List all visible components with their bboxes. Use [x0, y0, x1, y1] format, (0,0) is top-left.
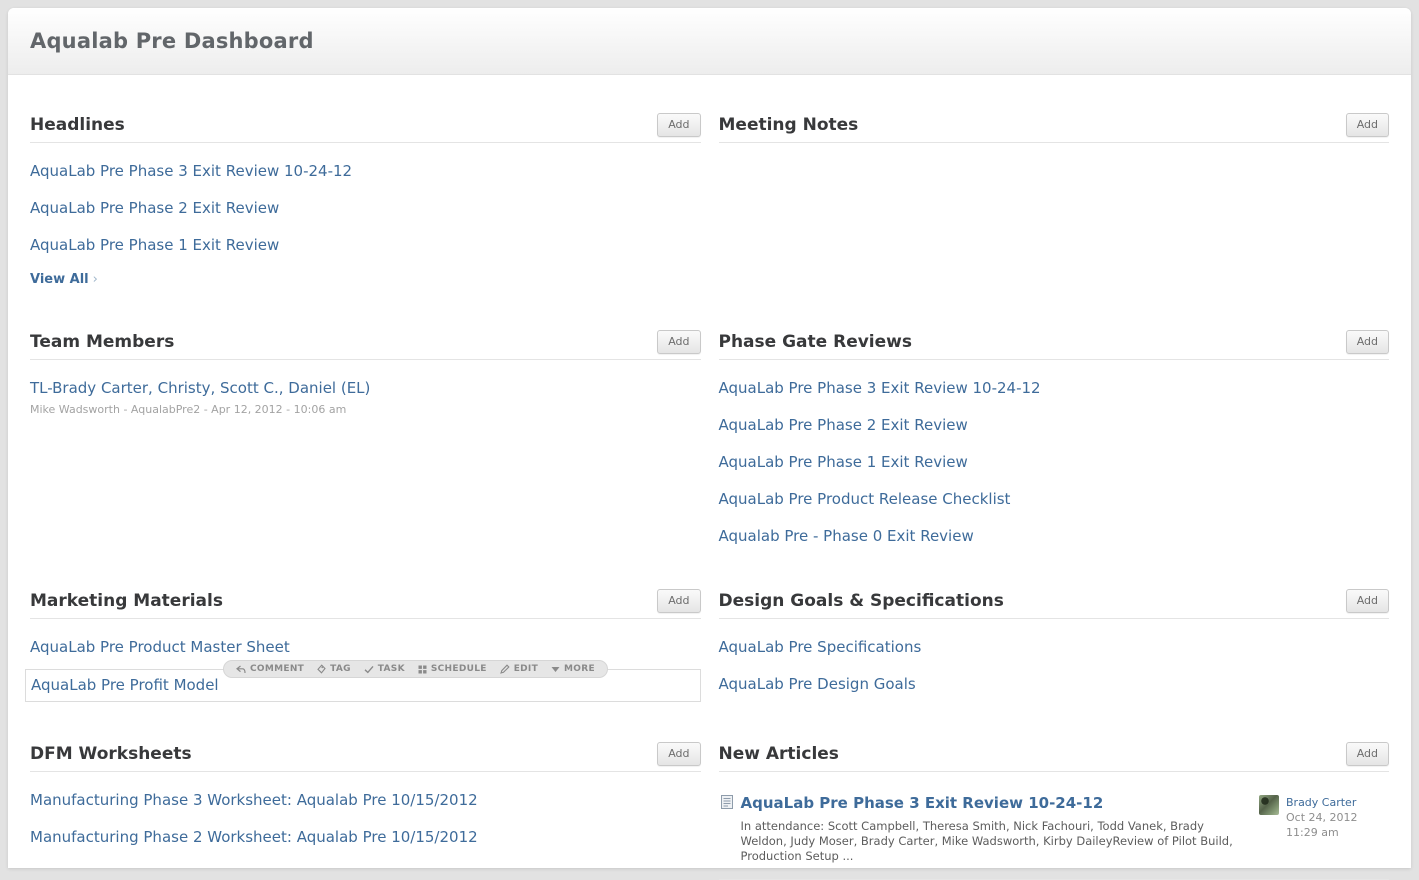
design-goals-link[interactable]: AquaLab Pre Specifications — [719, 638, 1390, 656]
phase-gate-reviews-title: Phase Gate Reviews — [719, 332, 912, 352]
section-dfm-worksheets: DFM Worksheets Add Manufacturing Phase 3… — [30, 742, 701, 880]
marketing-materials-header: Marketing Materials Add — [30, 589, 701, 619]
phase-gate-review-link[interactable]: Aqualab Pre - Phase 0 Exit Review — [719, 527, 1390, 545]
headlines-header: Headlines Add — [30, 113, 701, 143]
grid-icon — [418, 665, 427, 674]
edit-button[interactable]: EDIT — [500, 664, 538, 674]
phase-gate-reviews-header: Phase Gate Reviews Add — [719, 330, 1390, 360]
tag-icon — [317, 664, 326, 674]
comment-label: COMMENT — [250, 664, 304, 674]
team-members-meta: Mike Wadsworth - AqualabPre2 - Apr 12, 2… — [30, 403, 701, 416]
headline-link[interactable]: AquaLab Pre Phase 3 Exit Review 10-24-12 — [30, 162, 701, 180]
task-button[interactable]: TASK — [364, 664, 405, 674]
dashboard-row-2: Team Members Add TL-Brady Carter, Christ… — [30, 330, 1389, 589]
reply-icon — [236, 665, 246, 674]
phase-gate-reviews-add-button[interactable]: Add — [1346, 330, 1389, 354]
section-meeting-notes: Meeting Notes Add — [719, 113, 1390, 330]
phase-gate-review-link[interactable]: AquaLab Pre Product Release Checklist — [719, 490, 1390, 508]
check-icon — [364, 665, 374, 674]
meeting-notes-title: Meeting Notes — [719, 115, 859, 135]
more-label: MORE — [564, 664, 595, 674]
new-articles-title: New Articles — [719, 744, 839, 764]
page-title: Aqualab Pre Dashboard — [30, 29, 314, 53]
author-avatar[interactable] — [1259, 795, 1279, 815]
marketing-materials-title: Marketing Materials — [30, 591, 223, 611]
design-goals-title: Design Goals & Specifications — [719, 591, 1004, 611]
phase-gate-review-link[interactable]: AquaLab Pre Phase 3 Exit Review 10-24-12 — [719, 379, 1390, 397]
dfm-worksheet-link[interactable]: Manufacturing Phase 2 Worksheet: Aqualab… — [30, 828, 701, 846]
comment-button[interactable]: COMMENT — [236, 664, 304, 674]
team-members-add-button[interactable]: Add — [657, 330, 700, 354]
page-header: Aqualab Pre Dashboard — [8, 8, 1411, 75]
dfm-worksheet-link[interactable]: Manufacturing Phase 3 Worksheet: Aqualab… — [30, 791, 701, 809]
tag-label: TAG — [330, 664, 351, 674]
chevron-right-icon: › — [93, 272, 98, 287]
article-excerpt: In attendance: Scott Campbell, Theresa S… — [741, 819, 1236, 864]
headlines-view-all-link[interactable]: View All › — [30, 272, 98, 287]
dfm-worksheets-header: DFM Worksheets Add — [30, 742, 701, 772]
document-icon — [721, 795, 733, 809]
article-row: AquaLab Pre Phase 3 Exit Review 10-24-12… — [719, 793, 1390, 880]
team-members-header: Team Members Add — [30, 330, 701, 360]
section-new-articles: New Articles Add AquaLab Pre Phase 3 Exi… — [719, 742, 1390, 880]
dfm-worksheets-title: DFM Worksheets — [30, 744, 192, 764]
section-headlines: Headlines Add AquaLab Pre Phase 3 Exit R… — [30, 113, 701, 330]
task-label: TASK — [378, 664, 405, 674]
section-design-goals: Design Goals & Specifications Add AquaLa… — [719, 589, 1390, 742]
meeting-notes-header: Meeting Notes Add — [719, 113, 1390, 143]
new-articles-add-button[interactable]: Add — [1346, 742, 1389, 766]
pencil-icon — [500, 664, 510, 674]
tag-button[interactable]: TAG — [317, 664, 351, 674]
section-phase-gate-reviews: Phase Gate Reviews Add AquaLab Pre Phase… — [719, 330, 1390, 589]
dashboard-content: Headlines Add AquaLab Pre Phase 3 Exit R… — [8, 75, 1411, 880]
headlines-add-button[interactable]: Add — [657, 113, 700, 137]
article-date: Oct 24, 2012 — [1286, 810, 1358, 825]
marketing-material-link[interactable]: AquaLab Pre Profit Model — [31, 676, 695, 694]
section-team-members: Team Members Add TL-Brady Carter, Christ… — [30, 330, 701, 589]
article-author-link[interactable]: Brady Carter — [1286, 795, 1358, 810]
section-marketing-materials: Marketing Materials Add AquaLab Pre Prod… — [30, 589, 701, 742]
marketing-materials-add-button[interactable]: Add — [657, 589, 700, 613]
new-articles-header: New Articles Add — [719, 742, 1390, 772]
article-meta: Brady Carter Oct 24, 2012 11:29 am — [1259, 793, 1389, 864]
schedule-button[interactable]: SCHEDULE — [418, 664, 487, 674]
design-goals-add-button[interactable]: Add — [1346, 589, 1389, 613]
edit-label: EDIT — [514, 664, 538, 674]
dashboard-row-1: Headlines Add AquaLab Pre Phase 3 Exit R… — [30, 113, 1389, 330]
meeting-notes-add-button[interactable]: Add — [1346, 113, 1389, 137]
dashboard-row-3: Marketing Materials Add AquaLab Pre Prod… — [30, 589, 1389, 742]
headline-link[interactable]: AquaLab Pre Phase 1 Exit Review — [30, 236, 701, 254]
article-time: 11:29 am — [1286, 825, 1358, 840]
article-meta-text: Brady Carter Oct 24, 2012 11:29 am — [1286, 795, 1358, 864]
item-hover-toolbar: COMMENT TAG TASK SCHEDULE — [223, 660, 608, 678]
dfm-worksheets-add-button[interactable]: Add — [657, 742, 700, 766]
team-members-link[interactable]: TL-Brady Carter, Christy, Scott C., Dani… — [30, 379, 701, 397]
view-all-label: View All — [30, 272, 89, 287]
design-goals-header: Design Goals & Specifications Add — [719, 589, 1390, 619]
article-title-link[interactable]: AquaLab Pre Phase 3 Exit Review 10-24-12 — [741, 794, 1104, 812]
headline-link[interactable]: AquaLab Pre Phase 2 Exit Review — [30, 199, 701, 217]
marketing-material-hovered-row[interactable]: AquaLab Pre Profit Model COMMENT TAG — [25, 669, 701, 702]
phase-gate-review-link[interactable]: AquaLab Pre Phase 2 Exit Review — [719, 416, 1390, 434]
phase-gate-review-link[interactable]: AquaLab Pre Phase 1 Exit Review — [719, 453, 1390, 471]
design-goals-link[interactable]: AquaLab Pre Design Goals — [719, 675, 1390, 693]
dashboard-card: Aqualab Pre Dashboard Headlines Add Aqua… — [8, 8, 1411, 868]
caret-down-icon — [551, 666, 560, 673]
marketing-material-link[interactable]: AquaLab Pre Product Master Sheet — [30, 638, 701, 656]
article-main: AquaLab Pre Phase 3 Exit Review 10-24-12… — [741, 793, 1260, 864]
team-members-title: Team Members — [30, 332, 174, 352]
headlines-title: Headlines — [30, 115, 125, 135]
more-button[interactable]: MORE — [551, 664, 595, 674]
schedule-label: SCHEDULE — [431, 664, 487, 674]
dashboard-row-4: DFM Worksheets Add Manufacturing Phase 3… — [30, 742, 1389, 880]
